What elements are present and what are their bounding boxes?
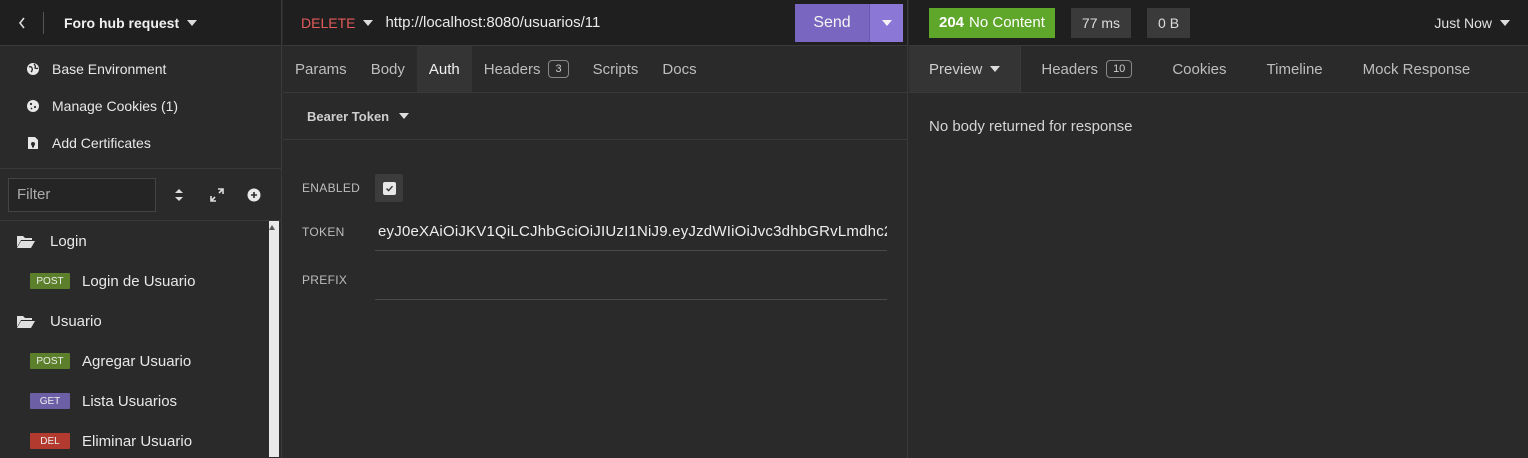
method-label: DELETE	[301, 14, 356, 31]
auth-type-label: Bearer Token	[307, 108, 390, 124]
tab-params[interactable]: Params	[283, 46, 359, 92]
status-badge: 204 No Content	[929, 7, 1055, 38]
method-badge-post: POST	[30, 353, 70, 369]
token-row: TOKEN eyJ0eXAiOiJKV1QiLCJhbGciOiJIUzI1Ni…	[283, 210, 907, 254]
history-selector[interactable]: Just Now	[1434, 15, 1510, 31]
globe-icon	[27, 62, 39, 75]
request-tabs: Params Body Auth Headers 3 Scripts Docs	[283, 46, 907, 93]
url-bar: DELETE http://localhost:8080/usuarios/11…	[283, 0, 907, 46]
sidebar: Foro hub request Base Environment Manage…	[0, 0, 282, 458]
cookie-icon	[27, 99, 39, 112]
tab-docs[interactable]: Docs	[650, 46, 708, 92]
response-headers-count-badge: 10	[1106, 60, 1133, 78]
tab-headers-label: Headers	[483, 60, 541, 78]
manage-cookies-label: Manage Cookies (1)	[52, 97, 179, 114]
collection-title: Foro hub request	[64, 14, 180, 31]
scroll-up-arrow-icon[interactable]	[269, 225, 275, 230]
tab-preview-label: Preview	[929, 60, 983, 78]
tab-cookies[interactable]: Cookies	[1152, 46, 1246, 92]
headers-count-badge: 3	[548, 60, 569, 78]
token-input[interactable]: eyJ0eXAiOiJKV1QiLCJhbGciOiJIUzI1NiJ9.eyJ…	[375, 213, 887, 251]
send-options-button[interactable]	[869, 3, 903, 42]
collection-selector[interactable]: Foro hub request	[64, 14, 198, 31]
method-badge-post: POST	[30, 273, 70, 289]
sidebar-links: Base Environment Manage Cookies (1) Add …	[0, 46, 281, 169]
add-button[interactable]	[235, 178, 273, 212]
tab-mock-response[interactable]: Mock Response	[1343, 46, 1491, 92]
method-badge-del: DEL	[30, 433, 70, 449]
request-item-eliminar-usuario[interactable]: DEL Eliminar Usuario	[0, 421, 281, 458]
response-time: 77 ms	[1070, 7, 1132, 38]
auth-type-selector[interactable]: Bearer Token	[283, 93, 907, 140]
folder-usuario[interactable]: Usuario	[0, 301, 281, 341]
caret-down-icon	[399, 113, 410, 119]
tab-timeline[interactable]: Timeline	[1247, 46, 1343, 92]
response-size: 0 B	[1147, 7, 1191, 38]
caret-down-icon	[1500, 19, 1510, 26]
plus-circle-icon	[247, 188, 261, 201]
history-label: Just Now	[1434, 14, 1492, 31]
expand-button[interactable]	[198, 178, 236, 212]
url-input[interactable]: http://localhost:8080/usuarios/11	[385, 14, 795, 31]
tab-body[interactable]: Body	[359, 46, 417, 92]
sort-icon	[174, 188, 183, 201]
response-pane: 204 No Content 77 ms 0 B Just Now Previe…	[909, 0, 1528, 458]
auth-form: ENABLED TOKEN eyJ0eXAiOiJKV1QiLCJhbGciOi…	[283, 140, 907, 302]
prefix-input[interactable]	[375, 260, 887, 300]
filter-bar	[0, 169, 281, 221]
tab-scripts[interactable]: Scripts	[581, 46, 651, 92]
chevron-left-icon	[18, 17, 25, 28]
sort-button[interactable]	[160, 178, 198, 212]
folder-name: Login	[50, 232, 87, 250]
request-name: Login de Usuario	[82, 272, 196, 290]
folder-open-icon	[17, 315, 35, 328]
base-environment-link[interactable]: Base Environment	[0, 50, 281, 87]
enabled-row: ENABLED	[283, 166, 907, 210]
certificate-icon	[28, 136, 38, 149]
token-label: TOKEN	[302, 225, 345, 239]
folder-login[interactable]: Login	[0, 221, 281, 261]
folder-open-icon	[17, 235, 35, 248]
caret-down-icon	[990, 66, 1001, 72]
request-pane: DELETE http://localhost:8080/usuarios/11…	[283, 0, 908, 458]
send-button[interactable]: Send	[795, 3, 869, 42]
enabled-checkbox[interactable]	[375, 174, 403, 202]
response-status-bar: 204 No Content 77 ms 0 B Just Now	[909, 0, 1528, 46]
add-certificates-link[interactable]: Add Certificates	[0, 124, 281, 161]
status-text: No Content	[969, 14, 1045, 31]
tab-headers[interactable]: Headers 3	[472, 46, 581, 92]
status-code: 204	[939, 14, 965, 31]
prefix-label: PREFIX	[302, 273, 348, 287]
request-name: Agregar Usuario	[82, 352, 192, 370]
request-item-login-de-usuario[interactable]: POST Login de Usuario	[0, 261, 281, 301]
enabled-label: ENABLED	[302, 181, 361, 195]
expand-icon	[209, 187, 224, 202]
caret-down-icon	[363, 19, 374, 26]
base-environment-label: Base Environment	[52, 60, 167, 77]
caret-down-icon	[187, 19, 198, 26]
request-item-lista-usuarios[interactable]: GET Lista Usuarios	[0, 381, 281, 421]
caret-down-icon	[881, 19, 892, 26]
request-name: Eliminar Usuario	[82, 432, 193, 450]
tab-response-headers-label: Headers	[1041, 60, 1099, 78]
back-button[interactable]	[0, 11, 44, 34]
checkmark-icon	[382, 181, 396, 195]
sidebar-header: Foro hub request	[0, 0, 281, 46]
tab-response-headers[interactable]: Headers 10	[1021, 46, 1152, 92]
manage-cookies-link[interactable]: Manage Cookies (1)	[0, 87, 281, 124]
folder-name: Usuario	[50, 312, 102, 330]
prefix-row: PREFIX	[283, 258, 907, 302]
filter-input[interactable]	[8, 177, 156, 212]
tab-auth[interactable]: Auth	[416, 46, 472, 92]
method-selector[interactable]: DELETE	[301, 14, 374, 31]
request-tree: Login POST Login de Usuario Usuario POST…	[0, 221, 281, 457]
request-item-agregar-usuario[interactable]: POST Agregar Usuario	[0, 341, 281, 381]
request-name: Lista Usuarios	[82, 392, 178, 410]
response-tabs: Preview Headers 10 Cookies Timeline Mock…	[909, 46, 1528, 93]
add-certificates-label: Add Certificates	[52, 134, 151, 151]
method-badge-get: GET	[30, 393, 70, 409]
tree-scrollbar[interactable]	[269, 221, 279, 457]
tab-preview[interactable]: Preview	[909, 46, 1022, 92]
empty-response-message: No body returned for response	[929, 118, 1133, 135]
